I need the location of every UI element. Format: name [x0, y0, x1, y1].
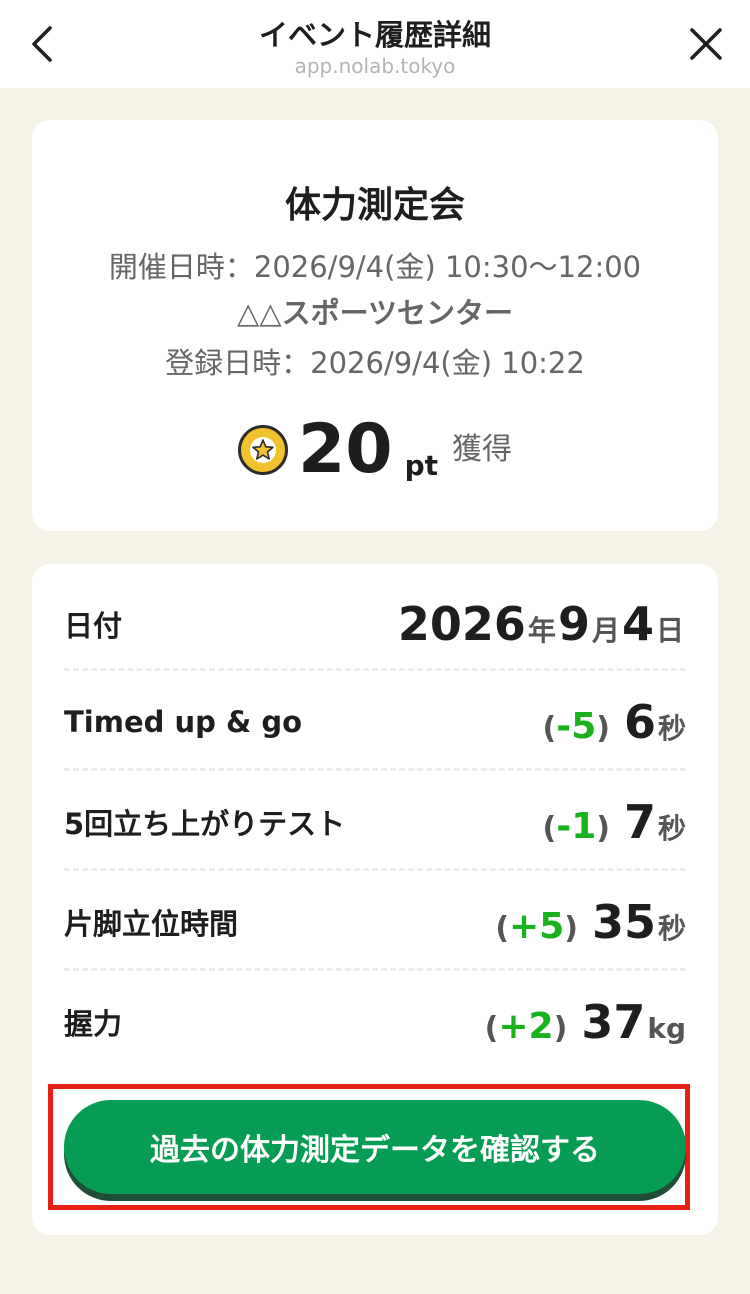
- measure-unit: 秒: [657, 812, 686, 845]
- result-row: Timed up & go (-5) 6 秒: [64, 672, 686, 772]
- date-month-unit: 月: [591, 614, 620, 647]
- measure-values: (-5) 6 秒: [543, 695, 686, 749]
- delta-open: (: [542, 711, 557, 746]
- measure-delta: (-1): [543, 806, 610, 847]
- measure-delta: (+5): [495, 906, 578, 947]
- measure-unit: kg: [647, 1012, 686, 1045]
- measure-delta: (+2): [485, 1006, 568, 1047]
- page-url: app.nolab.tokyo: [294, 54, 456, 78]
- app-header: イベント履歴詳細 app.nolab.tokyo: [0, 0, 750, 88]
- delta-close: ): [564, 911, 578, 946]
- divider: [64, 868, 686, 871]
- event-summary-card: 体力測定会 開催日時：2026/9/4(金) 10:30〜12:00 △△スポー…: [32, 120, 718, 531]
- result-row: 握力 (+2) 37 kg: [64, 972, 686, 1072]
- date-year: 2026: [397, 597, 526, 651]
- date-label: 日付: [64, 609, 123, 643]
- result-row: 5回立ち上がりテスト (-1) 7 秒: [64, 772, 686, 872]
- delta-value: -1: [556, 806, 597, 847]
- delta-open: (: [495, 911, 510, 946]
- measure-value: 7: [623, 795, 656, 849]
- measure-label: Timed up & go: [64, 705, 303, 739]
- close-button[interactable]: [676, 14, 736, 74]
- divider: [64, 668, 686, 671]
- date-day-unit: 日: [655, 614, 684, 647]
- view-past-data-button[interactable]: 過去の体力測定データを確認する: [64, 1100, 686, 1194]
- delta-close: ): [596, 811, 610, 846]
- measure-values: (+2) 37 kg: [485, 995, 686, 1049]
- delta-value: +5: [509, 906, 565, 947]
- delta-open: (: [484, 1011, 499, 1046]
- date-value: 2026 年 9 月 4 日: [398, 597, 686, 651]
- measure-delta: (-5): [543, 706, 610, 747]
- measure-values: (-1) 7 秒: [543, 795, 686, 849]
- delta-close: ): [553, 1011, 568, 1046]
- measure-value: 6: [623, 695, 656, 749]
- delta-open: (: [542, 811, 557, 846]
- event-date: 開催日時：2026/9/4(金) 10:30〜12:00: [108, 250, 642, 284]
- event-title: 体力測定会: [284, 185, 465, 226]
- measure-label: 5回立ち上がりテスト: [64, 807, 346, 841]
- delta-close: ): [596, 711, 610, 746]
- points-value: 20: [297, 410, 393, 489]
- delta-value: +2: [498, 1006, 554, 1047]
- measure-label: 片脚立位時間: [64, 907, 239, 941]
- measure-unit: 秒: [657, 912, 686, 945]
- date-month: 9: [557, 597, 590, 651]
- registration-date: 登録日時：2026/9/4(金) 10:22: [165, 346, 585, 380]
- result-row-date: 日付 2026 年 9 月 4 日: [64, 574, 686, 674]
- event-venue: △△スポーツセンター: [236, 296, 514, 330]
- date-year-unit: 年: [527, 614, 556, 647]
- measure-values: (+5) 35 秒: [495, 895, 686, 949]
- measure-unit: 秒: [657, 712, 686, 745]
- date-day: 4: [621, 597, 654, 651]
- results-card: 日付 2026 年 9 月 4 日 Timed up & go (-5) 6 秒…: [32, 564, 718, 1235]
- points-unit: pt: [404, 449, 439, 482]
- points-suffix: 獲得: [452, 432, 513, 467]
- divider: [64, 968, 686, 971]
- points-earned: 20 pt 獲得: [32, 410, 718, 490]
- measure-value: 37: [581, 995, 646, 1049]
- measure-value: 35: [591, 895, 656, 949]
- close-icon: [690, 28, 722, 60]
- star-coin-icon: [237, 425, 288, 475]
- divider: [64, 768, 686, 771]
- page-title: イベント履歴詳細: [258, 18, 491, 52]
- result-row: 片脚立位時間 (+5) 35 秒: [64, 872, 686, 972]
- delta-value: -5: [556, 706, 597, 747]
- measure-label: 握力: [64, 1007, 123, 1041]
